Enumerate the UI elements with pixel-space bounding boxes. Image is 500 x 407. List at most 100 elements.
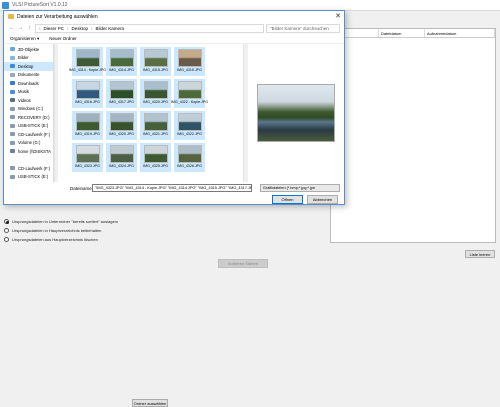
nav-item[interactable]: USB-STICK (E:) xyxy=(4,173,53,182)
thumbnail-image xyxy=(109,81,134,99)
nav-item[interactable]: USB-STICK (E:) xyxy=(4,122,53,131)
nav-item[interactable]: Desktop xyxy=(4,62,53,71)
search-input[interactable]: "Bilder Kamera" durchsuchen xyxy=(266,23,340,33)
close-icon[interactable]: ✕ xyxy=(332,12,344,22)
file-thumbnail[interactable]: IMG_4319.JPG xyxy=(72,111,103,140)
file-thumbnail[interactable]: IMG_4317.JPG xyxy=(106,79,137,108)
nav-item[interactable]: RECOVERY (D:) xyxy=(4,113,53,122)
file-thumbnail[interactable]: IMG_4321.JPG xyxy=(140,111,171,140)
radio-button[interactable] xyxy=(4,228,9,233)
file-thumbnail[interactable]: IMG_4316.JPG xyxy=(72,79,103,108)
navigation-pane[interactable]: 3D-Objekte Bilder Desktop Dokumente Download… xyxy=(4,44,54,182)
clear-list-button[interactable]: Liste leeren xyxy=(465,250,495,258)
thumbnail-label: IMG_4320.JPG xyxy=(109,132,134,136)
nav-item[interactable]: Downloads xyxy=(4,79,53,88)
open-button[interactable]: Öffnen xyxy=(272,195,303,204)
option-label: Ursprungsdateien aus Hauptverzeichnis lö… xyxy=(12,237,98,242)
file-table[interactable]: Status Dateidatum Aufnahmedatum xyxy=(330,28,496,243)
thumbnail-image xyxy=(143,49,168,67)
option-label: Ursprungsdateien in Unterordner "bereits… xyxy=(12,219,119,224)
folder-icon xyxy=(8,14,14,19)
file-thumbnail[interactable]: IMG_4322.JPG xyxy=(174,111,205,140)
file-open-dialog: Dateien zur Verarbeitung auswählen ✕ ← →… xyxy=(3,10,345,205)
file-thumbnail[interactable]: IMG_4314 - Kopie.JPG xyxy=(69,47,106,76)
thumbnail-image xyxy=(143,81,168,99)
file-grid[interactable]: IMG_4314 - Kopie.JPG IMG_4314.JPG IMG_4315… xyxy=(58,44,243,182)
thumbnail-label: IMG_4315.JPG xyxy=(143,68,168,72)
choose-folder-button[interactable]: Ordner auswählen xyxy=(132,399,168,407)
nav-item[interactable]: home (\\DISKSTA xyxy=(4,147,53,156)
nav-item[interactable]: Musik xyxy=(4,88,53,97)
cube-icon xyxy=(10,47,15,52)
filetype-select[interactable]: Grafikdateien (*.bmp;*.jpg;*.jpe xyxy=(260,184,340,192)
back-arrow-icon[interactable]: ← xyxy=(8,25,15,31)
file-thumbnail[interactable]: IMG_4325.JPG xyxy=(140,143,171,172)
forward-arrow-icon[interactable]: → xyxy=(17,25,24,31)
usb-drive-icon xyxy=(10,123,15,128)
nav-item[interactable]: Windows (C:) xyxy=(4,105,53,114)
file-thumbnail[interactable]: IMG_4326.JPG xyxy=(174,143,205,172)
nav-item xyxy=(4,156,53,165)
nav-item[interactable]: Videos xyxy=(4,96,53,105)
breadcrumb-desktop[interactable]: Desktop xyxy=(72,26,89,31)
preview-pane xyxy=(248,44,344,182)
nav-item-label: CD-Laufwerk (F:) xyxy=(18,131,51,137)
dialog-footer: Dateiname: "IMG_4323.JPG" "IMG_4314 - Ko… xyxy=(4,183,344,205)
thumbnail-label: IMG_4319.JPG xyxy=(75,132,100,136)
thumbnail-label: IMG_4321.JPG xyxy=(143,132,168,136)
breadcrumb-this-pc[interactable]: Dieser PC xyxy=(44,26,65,31)
thumbnail-label: IMG_4314.JPG xyxy=(109,68,134,72)
nav-item[interactable]: CD-Laufwerk (F:) xyxy=(4,130,53,139)
cancel-button[interactable]: Abbrechen xyxy=(307,195,338,204)
nav-item-label: USB-STICK (E:) xyxy=(18,174,49,180)
file-thumbnail[interactable]: IMG_4315.JPG xyxy=(174,47,205,76)
documents-icon xyxy=(10,72,15,77)
pictures-icon xyxy=(10,55,15,60)
option-delete-from-main[interactable]: Ursprungsdateien aus Hauptverzeichnis lö… xyxy=(4,235,118,244)
file-thumbnail[interactable]: IMG_4322 - Kopie.JPG xyxy=(171,79,208,108)
radio-button[interactable] xyxy=(4,219,9,224)
start-sort-button[interactable]: Sortieren Starten xyxy=(218,259,268,268)
file-thumbnail[interactable]: IMG_4324.JPG xyxy=(106,143,137,172)
file-thumbnail[interactable]: IMG_4315.JPG xyxy=(140,47,171,76)
radio-button[interactable] xyxy=(4,237,9,242)
breadcrumb-camera-pictures[interactable]: Bilder Kamera xyxy=(96,26,125,31)
nav-item[interactable]: CD-Laufwerk (F:) xyxy=(4,164,53,173)
option-keep-in-main[interactable]: Ursprungsdateien in Hauptverzeichnis bei… xyxy=(4,226,118,235)
nav-item[interactable]: Bilder xyxy=(4,54,53,63)
file-thumbnail[interactable]: IMG_4320.JPG xyxy=(140,79,171,108)
nav-item[interactable]: Volume (G:) xyxy=(4,139,53,148)
file-thumbnail[interactable]: IMG_4323.JPG xyxy=(72,143,103,172)
music-icon xyxy=(10,89,15,94)
column-header-capture-date[interactable]: Aufnahmedatum xyxy=(425,29,495,37)
drive-icon xyxy=(10,115,15,120)
thumbnail-image xyxy=(75,113,100,131)
organize-menu-button[interactable]: Organisieren ▾ xyxy=(10,36,39,42)
thumbnail-image xyxy=(177,113,202,131)
file-table-header: Status Dateidatum Aufnahmedatum xyxy=(331,29,495,38)
file-thumbnail[interactable]: IMG_4314.JPG xyxy=(106,47,137,76)
up-arrow-icon[interactable]: ↑ xyxy=(26,25,33,31)
nav-item-label: 3D-Objekte xyxy=(18,46,40,52)
dialog-titlebar: Dateien zur Verarbeitung auswählen ✕ xyxy=(4,11,344,22)
chevron-right-icon: › xyxy=(67,25,69,31)
address-bar[interactable]: › Dieser PC › Desktop › Bilder Kamera xyxy=(35,23,264,33)
filename-input[interactable]: "IMG_4323.JPG" "IMG_4314 - Kopie.JPG" "I… xyxy=(92,184,252,192)
thumbnail-image xyxy=(75,145,100,163)
drive-icon xyxy=(10,140,15,145)
file-thumbnail[interactable]: IMG_4320.JPG xyxy=(106,111,137,140)
new-folder-button[interactable]: Neuer Ordner xyxy=(49,36,77,41)
nav-item[interactable]: Dokumente xyxy=(4,71,53,80)
thumbnail-image xyxy=(177,81,202,99)
filename-label: Dateiname: xyxy=(70,186,94,191)
thumbnail-label: IMG_4323.JPG xyxy=(75,164,100,168)
column-header-file-date[interactable]: Dateidatum xyxy=(379,29,425,37)
app-title: VLSI PictureSort V1.0.12 xyxy=(12,2,68,8)
thumbnail-label: IMG_4324.JPG xyxy=(109,164,134,168)
option-move-to-sorted[interactable]: Ursprungsdateien in Unterordner "bereits… xyxy=(4,217,118,226)
grid-spacer xyxy=(208,111,239,140)
thumbnail-image xyxy=(177,49,202,67)
thumbnail-image xyxy=(177,145,202,163)
nav-item[interactable]: 3D-Objekte xyxy=(4,45,53,54)
chevron-right-icon: › xyxy=(91,25,93,31)
